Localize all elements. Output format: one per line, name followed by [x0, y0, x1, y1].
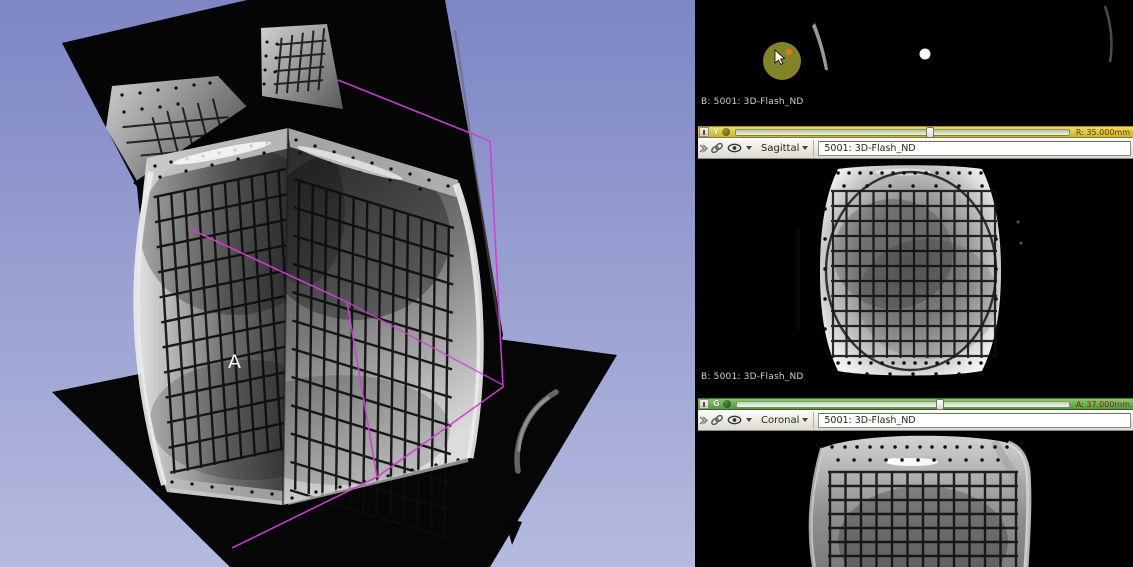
slice-axis-label: G	[713, 399, 720, 409]
app-window: A B: 5001: 3D-Flash_ND Y R: 35.000m	[0, 0, 1133, 567]
offset-slider-handle[interactable]	[936, 399, 944, 410]
fiducial-dot	[920, 49, 931, 60]
sagittal-toolbar: Sagittal 5001: 3D-Flash_ND	[698, 138, 1133, 159]
3d-viewport[interactable]: A	[0, 0, 695, 567]
cursor-hotspot-dot	[786, 49, 792, 55]
offset-slider-track[interactable]	[736, 401, 1070, 408]
orientation-select[interactable]: Coronal	[761, 415, 799, 426]
orientation-caret-icon[interactable]	[802, 418, 808, 422]
orientation-marker-label: A	[228, 351, 241, 373]
offset-slider-track[interactable]	[735, 129, 1070, 136]
image-crescent	[812, 23, 828, 70]
volume-select[interactable]: 5001: 3D-Flash_ND	[818, 413, 1131, 428]
3d-scene: A	[0, 0, 695, 567]
orientation-select[interactable]: Sagittal	[761, 143, 799, 154]
slice-panel: B: 5001: 3D-Flash_ND Y R: 35.000mm	[698, 0, 1133, 567]
slice-menu-button[interactable]	[722, 128, 730, 136]
slice-image-sagittal	[698, 159, 1133, 398]
slice-axis-label: Y	[713, 127, 719, 137]
link-chain-icon[interactable]	[708, 139, 726, 157]
offset-slider-handle[interactable]	[926, 127, 934, 138]
sagittal-offset-bar[interactable]: Y R: 35.000mm	[698, 126, 1133, 138]
visibility-eye-icon[interactable]	[726, 411, 743, 429]
slice-annotation: B: 5001: 3D-Flash_ND	[701, 97, 804, 107]
slice-annotation: B: 5001: 3D-Flash_ND	[701, 372, 804, 382]
coronal-toolbar: Coronal 5001: 3D-Flash_ND	[698, 410, 1133, 431]
offset-readout: A: 37.000mm	[1076, 400, 1130, 409]
bar-expand-button[interactable]	[699, 399, 709, 409]
slice-image-top	[698, 0, 1133, 126]
eye-dropdown-caret-icon[interactable]	[746, 418, 752, 422]
slice-view-top[interactable]: B: 5001: 3D-Flash_ND	[698, 0, 1133, 126]
image-crescent-right	[1105, 6, 1111, 62]
pushpin-icon[interactable]	[698, 411, 708, 429]
slice-image-coronal	[698, 431, 1133, 567]
slice-menu-button[interactable]	[723, 400, 731, 408]
volume-select[interactable]: 5001: 3D-Flash_ND	[818, 141, 1131, 156]
offset-readout: R: 35.000mm	[1076, 128, 1130, 137]
visibility-eye-icon[interactable]	[726, 139, 743, 157]
slice-view-sagittal[interactable]: B: 5001: 3D-Flash_ND	[698, 159, 1133, 398]
toolbar-separator	[813, 140, 814, 156]
bar-expand-button[interactable]	[699, 127, 709, 137]
toolbar-separator	[813, 412, 814, 428]
slice-view-coronal[interactable]	[698, 431, 1133, 567]
eye-dropdown-caret-icon[interactable]	[746, 146, 752, 150]
coronal-offset-bar[interactable]: G A: 37.000mm	[698, 398, 1133, 410]
pushpin-icon[interactable]	[698, 139, 708, 157]
orientation-caret-icon[interactable]	[802, 146, 808, 150]
link-chain-icon[interactable]	[708, 411, 726, 429]
